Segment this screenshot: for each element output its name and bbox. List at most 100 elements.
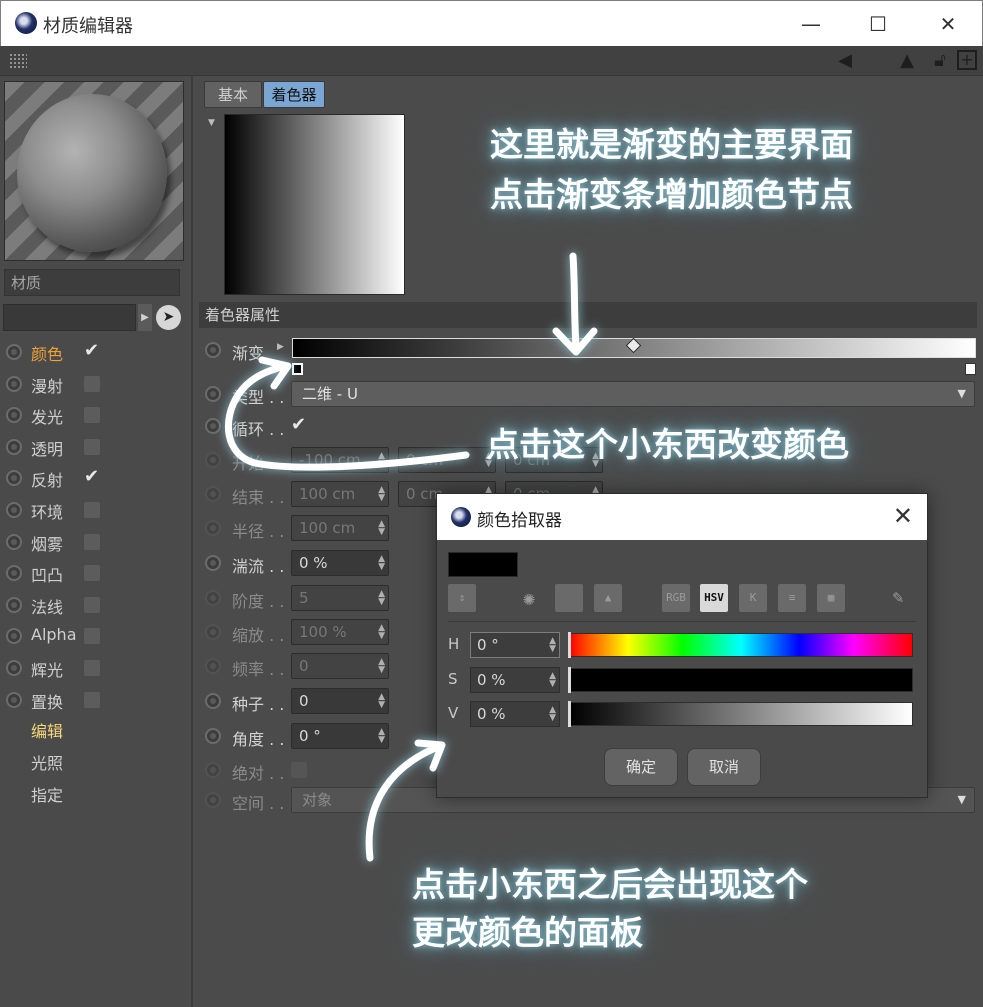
- new-window-icon[interactable]: +: [957, 50, 977, 70]
- mixing-icon[interactable]: ≡: [778, 584, 806, 612]
- material-link-arrow-icon[interactable]: ▶: [138, 304, 152, 331]
- type-radio[interactable]: [205, 386, 221, 402]
- gradient-knot-black[interactable]: [292, 363, 303, 375]
- sub-item-illumination[interactable]: 光照: [31, 750, 63, 774]
- turbulence-field[interactable]: 0 % ▲ ▼: [291, 550, 389, 576]
- collapse-triangle-icon[interactable]: ▼: [208, 118, 215, 128]
- saturation-field[interactable]: 0 % ▲ ▼: [470, 667, 560, 693]
- gradient-expand-icon[interactable]: ▶: [277, 342, 284, 352]
- sub-item-assign[interactable]: 指定: [31, 782, 63, 806]
- eyedropper-icon[interactable]: ✎: [884, 584, 912, 612]
- octaves-radio[interactable]: [205, 590, 221, 606]
- cancel-button[interactable]: 取消: [687, 748, 761, 786]
- image-picker-icon[interactable]: ▲: [594, 584, 622, 612]
- seed-radio[interactable]: [205, 693, 221, 709]
- ok-button[interactable]: 确定: [604, 748, 678, 786]
- space-radio[interactable]: [205, 792, 221, 808]
- cycle-checkbox[interactable]: ✔: [291, 416, 307, 434]
- angle-field[interactable]: 0 ° ▲ ▼: [291, 723, 389, 749]
- tab-shader[interactable]: 着色器: [263, 81, 325, 108]
- seed-field[interactable]: 0 ▲ ▼: [291, 688, 389, 714]
- value-slider-handle[interactable]: [568, 701, 571, 727]
- mode-rgb[interactable]: RGB: [662, 584, 690, 612]
- gradient-knot-white[interactable]: [965, 363, 976, 375]
- swatches-icon[interactable]: ▦: [817, 584, 845, 612]
- color-picker-close-button[interactable]: ✕: [893, 502, 913, 530]
- material-preview[interactable]: [4, 81, 184, 261]
- channel-transparency-radio[interactable]: [6, 438, 22, 455]
- channel-normal[interactable]: 法线: [0, 591, 190, 619]
- channel-transparency-checkbox[interactable]: [84, 438, 100, 455]
- hue-slider[interactable]: [568, 632, 913, 658]
- tab-basic[interactable]: 基本: [204, 81, 262, 108]
- channel-fog-checkbox[interactable]: [84, 533, 100, 550]
- maximize-button[interactable]: ☐: [858, 9, 898, 39]
- current-color-swatch[interactable]: [448, 552, 518, 577]
- material-name[interactable]: 材质: [4, 269, 180, 296]
- mode-kelvin[interactable]: K: [739, 584, 767, 612]
- channel-diffusion[interactable]: 漫射: [0, 370, 190, 398]
- cycle-radio[interactable]: [205, 418, 221, 434]
- channel-luminance-checkbox[interactable]: [84, 407, 100, 424]
- absolute-checkbox[interactable]: [291, 762, 307, 778]
- gradient-animate-radio[interactable]: [205, 342, 221, 358]
- channel-bump-radio[interactable]: [6, 565, 22, 582]
- channel-transparency[interactable]: 透明: [0, 433, 190, 461]
- channel-color[interactable]: 颜色 ✔: [0, 338, 190, 366]
- channel-luminance-radio[interactable]: [6, 407, 22, 424]
- channel-bump[interactable]: 凹凸: [0, 559, 190, 587]
- channel-normal-radio[interactable]: [6, 596, 22, 613]
- channel-color-radio[interactable]: [6, 344, 22, 360]
- material-link-field[interactable]: [3, 304, 136, 331]
- channel-reflectance[interactable]: 反射 ✔: [0, 464, 190, 492]
- channel-environment[interactable]: 环境: [0, 496, 190, 524]
- frequency-field[interactable]: 0 ▲ ▼: [291, 653, 389, 679]
- expand-mode-icon[interactable]: ⇕: [448, 584, 476, 612]
- frequency-radio[interactable]: [205, 658, 221, 674]
- turbulence-radio[interactable]: [205, 555, 221, 571]
- scale-radio[interactable]: [205, 624, 221, 640]
- value-field[interactable]: 0 % ▲ ▼: [470, 701, 560, 727]
- saturation-slider-handle[interactable]: [568, 667, 571, 693]
- hue-slider-handle[interactable]: [568, 632, 571, 658]
- channel-displacement-radio[interactable]: [6, 691, 22, 708]
- radius-radio[interactable]: [205, 520, 221, 536]
- value-slider[interactable]: [568, 701, 913, 727]
- channel-alpha-radio[interactable]: [6, 628, 22, 645]
- channel-glow[interactable]: 辉光: [0, 654, 190, 682]
- hue-field[interactable]: 0 ° ▲ ▼: [470, 632, 560, 658]
- channel-environment-checkbox[interactable]: [84, 502, 100, 518]
- channel-alpha[interactable]: Alpha: [0, 622, 190, 650]
- channel-reflectance-checkbox[interactable]: ✔: [84, 468, 100, 486]
- color-wheel-icon[interactable]: ✺: [515, 584, 543, 612]
- channel-fog[interactable]: 烟雾: [0, 528, 190, 556]
- back-arrow-icon[interactable]: ◀: [832, 50, 858, 72]
- saturation-slider[interactable]: [568, 667, 913, 693]
- forward-arrow-icon[interactable]: ▲: [896, 50, 918, 72]
- angle-radio[interactable]: [205, 728, 221, 744]
- octaves-field[interactable]: 5 ▲ ▼: [291, 585, 389, 611]
- start-radio[interactable]: [205, 452, 221, 468]
- channel-diffusion-checkbox[interactable]: [84, 375, 100, 392]
- absolute-radio[interactable]: [205, 762, 221, 778]
- end-x-field[interactable]: 100 cm ▲ ▼: [291, 481, 389, 507]
- start-y-field[interactable]: 0 cm ▲ ▼: [398, 447, 496, 473]
- radius-field[interactable]: 100 cm ▲ ▼: [291, 515, 389, 541]
- channel-bump-checkbox[interactable]: [84, 565, 100, 582]
- channel-fog-radio[interactable]: [6, 533, 22, 550]
- channel-glow-radio[interactable]: [6, 660, 22, 676]
- channel-color-checkbox[interactable]: ✔: [84, 342, 100, 360]
- channel-alpha-checkbox[interactable]: [84, 628, 100, 645]
- channel-displacement[interactable]: 置换: [0, 686, 190, 714]
- sub-item-edit[interactable]: 编辑: [31, 718, 63, 742]
- toolbar-grip-icon[interactable]: [9, 53, 27, 69]
- channel-reflectance-radio[interactable]: [6, 470, 22, 487]
- minimize-button[interactable]: —: [791, 9, 831, 39]
- spectrum-icon[interactable]: [555, 584, 583, 612]
- channel-displacement-checkbox[interactable]: [84, 691, 100, 708]
- channel-normal-checkbox[interactable]: [84, 596, 100, 613]
- scale-field[interactable]: 100 % ▲ ▼: [291, 619, 389, 645]
- close-button[interactable]: ✕: [928, 9, 968, 39]
- channel-luminance[interactable]: 发光: [0, 401, 190, 429]
- channel-glow-checkbox[interactable]: [84, 660, 100, 676]
